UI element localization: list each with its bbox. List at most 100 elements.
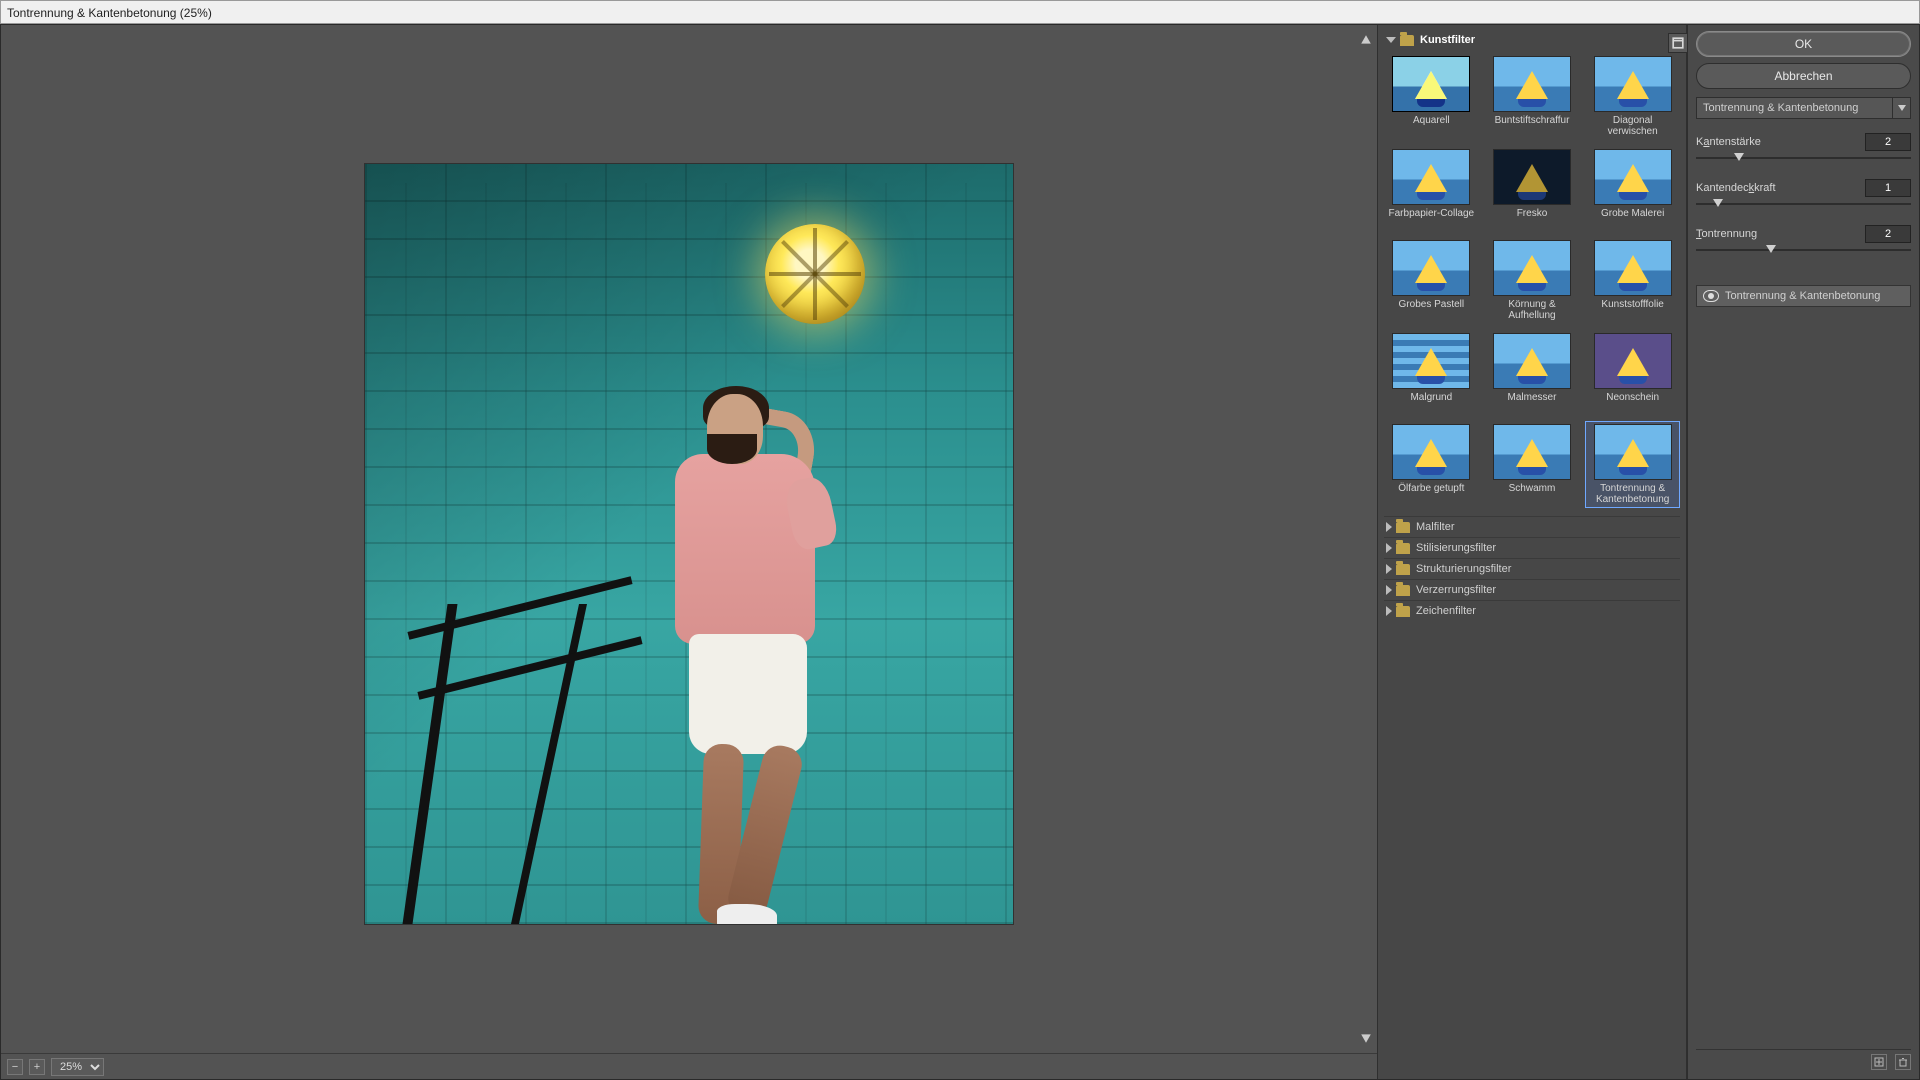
filter-thumb[interactable]: Malmesser xyxy=(1485,330,1580,415)
thumbnail-image xyxy=(1392,149,1470,205)
settings-footer xyxy=(1696,1049,1911,1073)
thumbnail-image xyxy=(1392,424,1470,480)
thumbnail-image xyxy=(1594,56,1672,112)
kantenstaerke-slider[interactable] xyxy=(1696,153,1911,165)
thumbnail-image xyxy=(1594,149,1672,205)
thumbnail-image xyxy=(1594,333,1672,389)
thumbnail-image xyxy=(1594,240,1672,296)
category-label: Kunstfilter xyxy=(1420,34,1475,46)
zoom-out-button[interactable]: − xyxy=(7,1059,23,1075)
folder-icon xyxy=(1396,522,1410,533)
category-row[interactable]: Malfilter xyxy=(1384,516,1680,537)
thumbnail-label: Farbpapier-Collage xyxy=(1389,208,1475,228)
thumbnail-image xyxy=(1594,424,1672,480)
chevron-down-icon xyxy=(1386,37,1396,43)
thumbnail-image xyxy=(1493,333,1571,389)
thumbnail-label: Fresko xyxy=(1517,208,1548,228)
ok-button[interactable]: OK xyxy=(1696,31,1911,57)
param-label: Kantendeckkraft xyxy=(1696,182,1776,194)
param-kantenstaerke: Kantenstärke xyxy=(1696,133,1911,165)
category-label: Zeichenfilter xyxy=(1416,605,1476,617)
kantenstaerke-input[interactable] xyxy=(1865,133,1911,151)
category-row[interactable]: Stilisierungsfilter xyxy=(1384,537,1680,558)
thumbnail-label: Grobes Pastell xyxy=(1399,299,1465,319)
filter-thumb[interactable]: Farbpapier-Collage xyxy=(1384,146,1479,231)
cancel-button[interactable]: Abbrechen xyxy=(1696,63,1911,89)
filter-thumb[interactable]: Neonschein xyxy=(1585,330,1680,415)
new-effect-layer-button[interactable] xyxy=(1871,1054,1887,1070)
kantendeckkraft-slider[interactable] xyxy=(1696,199,1911,211)
zoom-in-button[interactable]: + xyxy=(29,1059,45,1075)
param-label: Kantenstärke xyxy=(1696,136,1761,148)
visibility-icon[interactable] xyxy=(1703,290,1719,302)
tontrennung-input[interactable] xyxy=(1865,225,1911,243)
filter-thumb[interactable]: Kunststofffolie xyxy=(1585,237,1680,324)
preview-image xyxy=(365,164,1013,924)
filter-thumb[interactable]: Tontrennung & Kantenbetonung xyxy=(1585,421,1680,508)
preview-canvas[interactable] xyxy=(1,25,1377,1053)
thumbnail-label: Malgrund xyxy=(1410,392,1452,412)
category-label: Verzerrungsfilter xyxy=(1416,584,1496,596)
filter-thumb[interactable]: Aquarell xyxy=(1384,53,1479,140)
param-tontrennung: Tontrennung xyxy=(1696,225,1911,257)
workspace: − + 25% Kunstfilter Aquarell Buntstiftsc… xyxy=(0,24,1920,1080)
filter-thumb[interactable]: Grobe Malerei xyxy=(1585,146,1680,231)
thumbnail-label: Neonschein xyxy=(1606,392,1659,412)
thumbnail-label: Grobe Malerei xyxy=(1601,208,1664,228)
effect-layer-label: Tontrennung & Kantenbetonung xyxy=(1725,290,1880,302)
category-row[interactable]: Strukturierungsfilter xyxy=(1384,558,1680,579)
thumbnail-label: Körnung & Aufhellung xyxy=(1488,299,1577,321)
chevron-right-icon xyxy=(1386,585,1392,595)
category-row[interactable]: Verzerrungsfilter xyxy=(1384,579,1680,600)
chevron-down-icon xyxy=(1892,98,1910,118)
effect-layers: Tontrennung & Kantenbetonung xyxy=(1696,285,1911,1041)
folder-icon xyxy=(1396,543,1410,554)
filter-thumb[interactable]: Diagonal verwischen xyxy=(1585,53,1680,140)
category-label: Strukturierungsfilter xyxy=(1416,563,1511,575)
filter-thumb[interactable]: Buntstiftschraffur xyxy=(1485,53,1580,140)
thumbnail-image xyxy=(1392,56,1470,112)
filter-thumb[interactable]: Körnung & Aufhellung xyxy=(1485,237,1580,324)
category-row[interactable]: Zeichenfilter xyxy=(1384,600,1680,621)
thumbnail-label: Aquarell xyxy=(1413,115,1450,135)
thumbnail-label: Diagonal verwischen xyxy=(1588,115,1677,137)
effect-layer-row[interactable]: Tontrennung & Kantenbetonung xyxy=(1696,285,1911,307)
filter-thumbnails: Aquarell Buntstiftschraffur Diagonal ver… xyxy=(1384,49,1680,516)
settings-panel: OK Abbrechen Tontrennung & Kantenbetonun… xyxy=(1687,25,1919,1079)
category-label: Stilisierungsfilter xyxy=(1416,542,1496,554)
preview-area: − + 25% xyxy=(1,25,1377,1079)
chevron-right-icon xyxy=(1386,606,1392,616)
category-kunstfilter[interactable]: Kunstfilter xyxy=(1384,31,1680,49)
folder-icon xyxy=(1396,585,1410,596)
thumbnail-image xyxy=(1392,240,1470,296)
thumbnail-label: Schwamm xyxy=(1509,483,1556,503)
folder-icon xyxy=(1396,564,1410,575)
thumbnail-image xyxy=(1493,424,1571,480)
kantendeckkraft-input[interactable] xyxy=(1865,179,1911,197)
person-illustration xyxy=(645,394,845,924)
filter-thumb[interactable]: Schwamm xyxy=(1485,421,1580,508)
lamp-illustration xyxy=(765,224,865,324)
tontrennung-slider[interactable] xyxy=(1696,245,1911,257)
filter-thumb[interactable]: Ölfarbe getupft xyxy=(1384,421,1479,508)
thumbnail-image xyxy=(1493,56,1571,112)
filter-thumb[interactable]: Grobes Pastell xyxy=(1384,237,1479,324)
expand-panel-button[interactable] xyxy=(1668,33,1688,53)
chevron-right-icon xyxy=(1386,522,1392,532)
thumbnail-label: Malmesser xyxy=(1508,392,1557,412)
scroll-up-button[interactable] xyxy=(1359,33,1373,47)
delete-effect-layer-button[interactable] xyxy=(1895,1054,1911,1070)
zoom-select[interactable]: 25% xyxy=(51,1058,104,1076)
category-label: Malfilter xyxy=(1416,521,1455,533)
thumbnail-label: Buntstiftschraffur xyxy=(1495,115,1570,135)
filter-select[interactable]: Tontrennung & Kantenbetonung xyxy=(1696,97,1911,119)
thumbnail-label: Kunststofffolie xyxy=(1601,299,1663,319)
filter-thumb[interactable]: Fresko xyxy=(1485,146,1580,231)
filter-gallery-panel: Kunstfilter Aquarell Buntstiftschraffur … xyxy=(1377,25,1687,1079)
thumbnail-label: Ölfarbe getupft xyxy=(1398,483,1464,503)
filter-thumb[interactable]: Malgrund xyxy=(1384,330,1479,415)
scroll-down-button[interactable] xyxy=(1359,1031,1373,1045)
thumbnail-image xyxy=(1493,240,1571,296)
thumbnail-image xyxy=(1493,149,1571,205)
param-kantendeckkraft: Kantendeckkraft xyxy=(1696,179,1911,211)
